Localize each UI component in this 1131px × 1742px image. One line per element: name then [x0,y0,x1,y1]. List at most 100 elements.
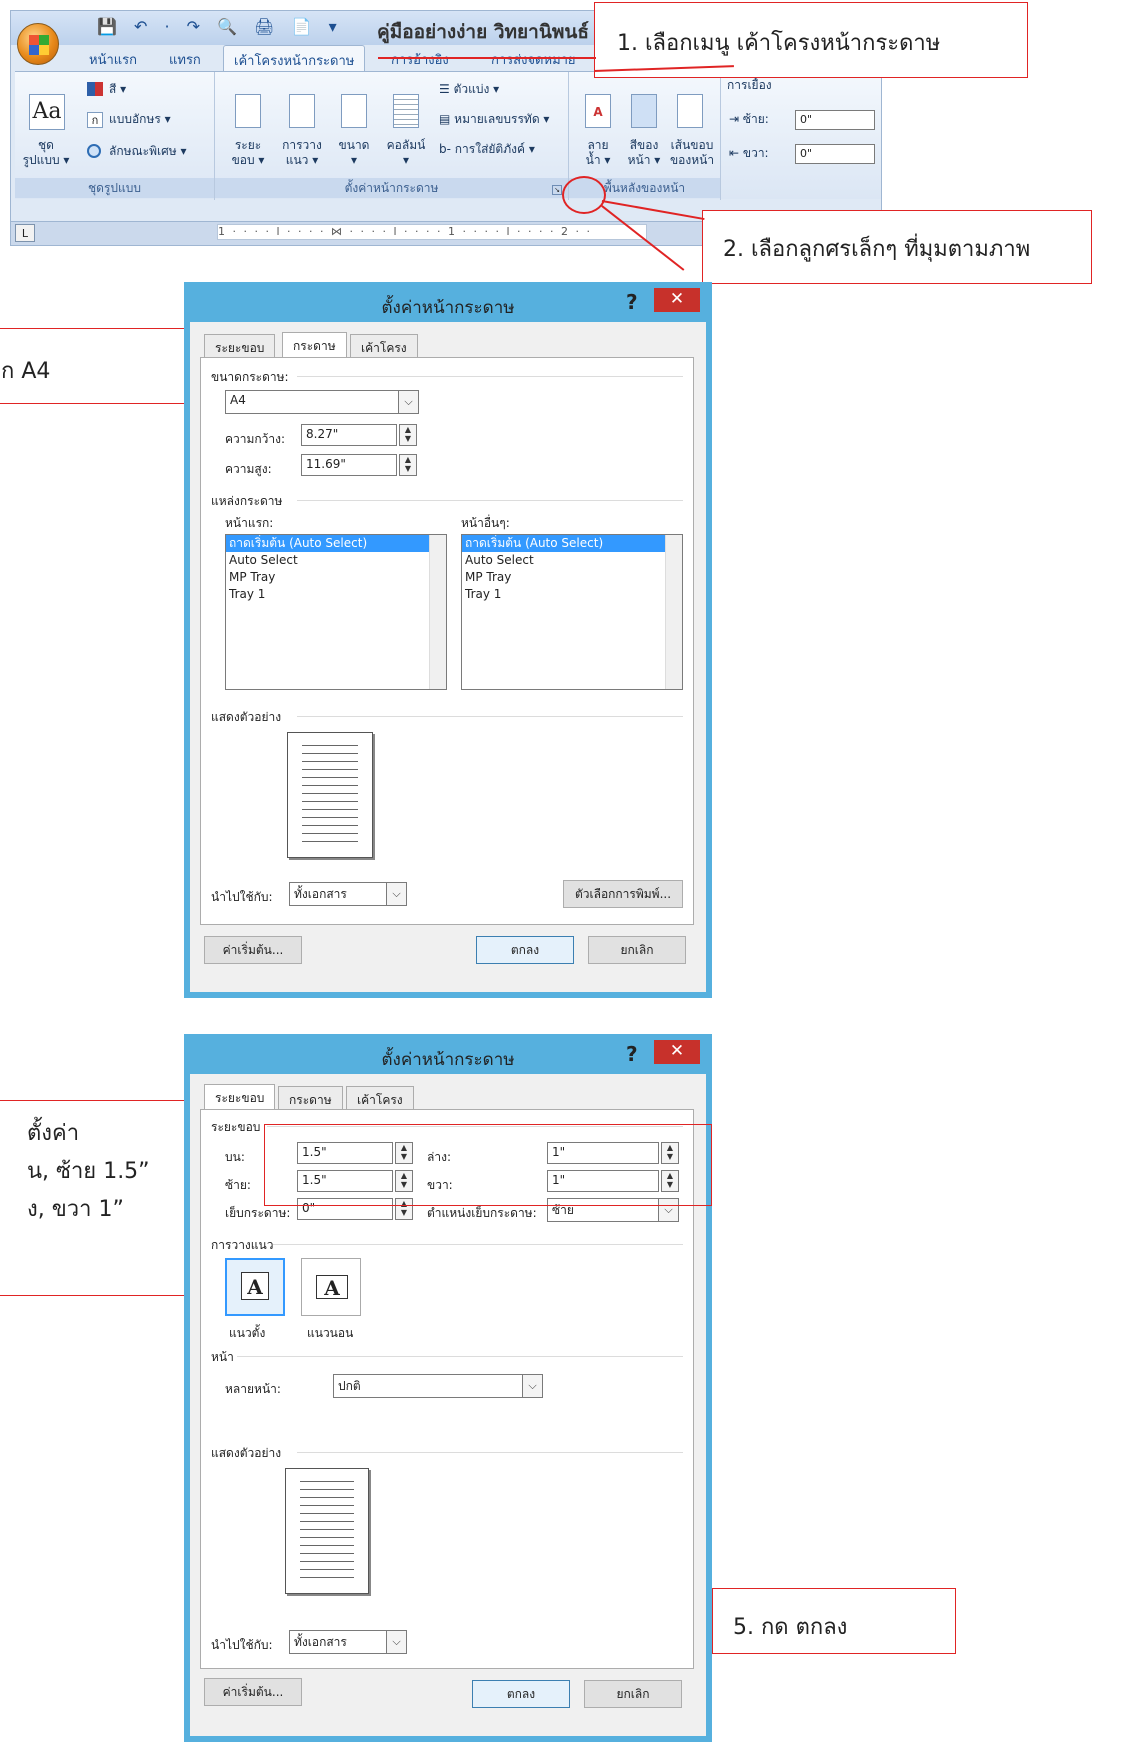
office-logo-icon [29,35,49,55]
portrait-option[interactable]: A [225,1258,285,1316]
orientation-button[interactable]: การวาง แนว ▾ [275,138,329,168]
group-label-page-setup: ตั้งค่าหน้ากระดาษ [215,178,568,198]
portrait-label: แนวตั้ง [229,1326,266,1340]
page-borders-icon [677,94,703,128]
chevron-down-icon[interactable]: ⌵ [386,1631,406,1653]
line-numbers-button[interactable]: ▤ หมายเลขบรรทัด ▾ [439,112,549,127]
orientation-label-1: การวาง [282,138,322,152]
gutter-position-label: ตำแหน่งเย็บกระดาษ: [427,1206,537,1220]
cancel-button[interactable]: ยกเลิก [588,936,686,964]
tab-paper[interactable]: กระดาษ [282,332,347,358]
list-item[interactable]: Tray 1 [462,586,682,603]
size-button[interactable]: ขนาด ▾ [329,138,379,168]
apply-to-select[interactable]: ทั้งเอกสาร ⌵ [289,882,407,906]
watermark-label-1: ลาย [587,138,609,152]
margins-label-1: ระยะ [234,138,262,152]
chevron-down-icon[interactable]: ⌵ [386,883,406,905]
cancel-button[interactable]: ยกเลิก [584,1680,682,1708]
margins-button[interactable]: ระยะ ขอบ ▾ [221,138,275,168]
left-margin-label: ซ้าย: [225,1178,251,1192]
list-item[interactable]: ถาดเริ่มต้น (Auto Select) [462,535,682,552]
list-scrollbar[interactable] [429,535,446,689]
tab-mailings[interactable]: การส่งจดหมาย [491,49,576,70]
paper-size-select[interactable]: A4 ⌵ [225,390,419,414]
theme-effects-button[interactable]: ลักษณะพิเศษ ▾ [109,144,186,159]
group-themes: Aa ชุด รูปแบบ ▾ สี ▾ ก แบบอักษร ▾ ลักษณะ… [15,72,215,200]
height-spinner[interactable]: ▲ ▼ [399,454,417,476]
divider [297,1452,683,1453]
tab-layout[interactable]: เค้าโครง [350,334,418,358]
close-icon[interactable]: ✕ [654,1040,700,1064]
hyphenation-button[interactable]: b‑ การใส่ยัติภังค์ ▾ [439,142,535,157]
set-default-button[interactable]: ค่าเริ่มต้น... [204,1678,302,1706]
portrait-page-icon: A [241,1272,269,1300]
apply-to-value: ทั้งเอกสาร [294,887,347,901]
page-borders-button[interactable]: เส้นขอบ ของหน้า [667,138,717,168]
list-item[interactable]: ถาดเริ่มต้น (Auto Select) [226,535,446,552]
margins-section-label: ระยะขอบ [211,1120,261,1134]
list-item[interactable]: MP Tray [462,569,682,586]
print-options-button[interactable]: ตัวเลือกการพิมพ์... [563,880,683,908]
columns-icon [393,94,419,128]
height-input[interactable]: 11.69" [301,454,397,476]
page-preview [287,732,373,858]
apply-to-label: นำไปใช้กับ: [211,890,273,904]
first-page-tray-list[interactable]: ถาดเริ่มต้น (Auto Select) Auto Select MP… [225,534,447,690]
pages-section-label: หน้า [211,1350,234,1364]
indent-left-input[interactable]: 0" [795,110,875,130]
indent-right-input[interactable]: 0" [795,144,875,164]
orientation-label-2: แนว ▾ [285,153,319,167]
apply-to-select[interactable]: ทั้งเอกสาร ⌵ [289,1630,407,1654]
list-item[interactable]: Tray 1 [226,586,446,603]
list-item[interactable]: Auto Select [462,552,682,569]
page-setup-launcher-icon[interactable]: ↘ [552,185,562,195]
other-pages-tray-list[interactable]: ถาดเริ่มต้น (Auto Select) Auto Select MP… [461,534,683,690]
watermark-button[interactable]: ลาย น้ำ ▾ [575,138,621,168]
columns-button[interactable]: คอลัมน์ ▾ [379,138,433,168]
divider [297,376,683,377]
breaks-button[interactable]: ☰ ตัวแบ่ง ▾ [439,82,499,97]
first-page-label: หน้าแรก: [225,516,274,530]
multiple-pages-select[interactable]: ปกติ ⌵ [333,1374,543,1398]
callout-step-5: 5. กด ตกลง [712,1588,956,1654]
help-icon[interactable]: ? [626,290,646,314]
theme-fonts-button[interactable]: แบบอักษร ▾ [109,112,171,127]
list-item[interactable]: MP Tray [226,569,446,586]
help-icon[interactable]: ? [626,1042,646,1066]
indent-right-label: ⇤ ขวา: [729,146,769,161]
tab-paper[interactable]: กระดาษ [278,1086,343,1110]
themes-icon[interactable]: Aa [29,94,65,130]
list-item[interactable]: Auto Select [226,552,446,569]
apply-to-label: นำไปใช้กับ: [211,1638,273,1652]
tab-references[interactable]: การอ้างอิง [391,49,449,70]
group-page-setup: ระยะ ขอบ ▾ การวาง แนว ▾ ขนาด ▾ คอลัมน์ ▾… [215,72,569,200]
indent-title: การเยื้อง [727,78,772,92]
callout-step-4-line-1: ตั้งค่า [27,1121,80,1146]
theme-colors-button[interactable]: สี ▾ [109,82,126,97]
tab-page-layout[interactable]: เค้าโครงหน้ากระดาษ [223,45,366,72]
width-input[interactable]: 8.27" [301,424,397,446]
themes-button[interactable]: ชุด รูปแบบ ▾ [19,138,73,168]
quick-access-toolbar[interactable]: 💾 ↶ · ↷ 🔍 🖨 📄 ▾ [97,17,343,36]
width-spinner[interactable]: ▲ ▼ [399,424,417,446]
group-indent: การเยื้อง ⇥ ซ้าย: 0" ⇤ ขวา: 0" [721,72,881,200]
tab-margins[interactable]: ระยะขอบ [204,334,276,358]
tab-insert[interactable]: แทรก [169,49,201,70]
tab-layout[interactable]: เค้าโครง [346,1086,414,1110]
office-button[interactable] [17,23,59,65]
page-color-button[interactable]: สีของ หน้า ▾ [621,138,667,168]
tab-home[interactable]: หน้าแรก [89,49,137,70]
list-scrollbar[interactable] [665,535,682,689]
horizontal-ruler[interactable]: 1 · · · · l · · · · ⋈ · · · · l · · · · … [217,224,647,240]
tab-selector-button[interactable]: L [15,224,35,242]
chevron-down-icon[interactable]: ⌵ [522,1375,542,1397]
tab-margins[interactable]: ระยะขอบ [204,1084,276,1110]
ok-button[interactable]: ตกลง [476,936,574,964]
paper-tab-panel: ขนาดกระดาษ: A4 ⌵ ความกว้าง: 8.27" ▲ ▼ ควา… [200,357,694,925]
ok-button[interactable]: ตกลง [472,1680,570,1708]
landscape-option[interactable]: A [301,1258,361,1316]
close-icon[interactable]: ✕ [654,288,700,312]
set-default-button[interactable]: ค่าเริ่มต้น... [204,936,302,964]
chevron-down-icon[interactable]: ⌵ [398,391,418,413]
apply-to-value: ทั้งเอกสาร [294,1635,347,1649]
